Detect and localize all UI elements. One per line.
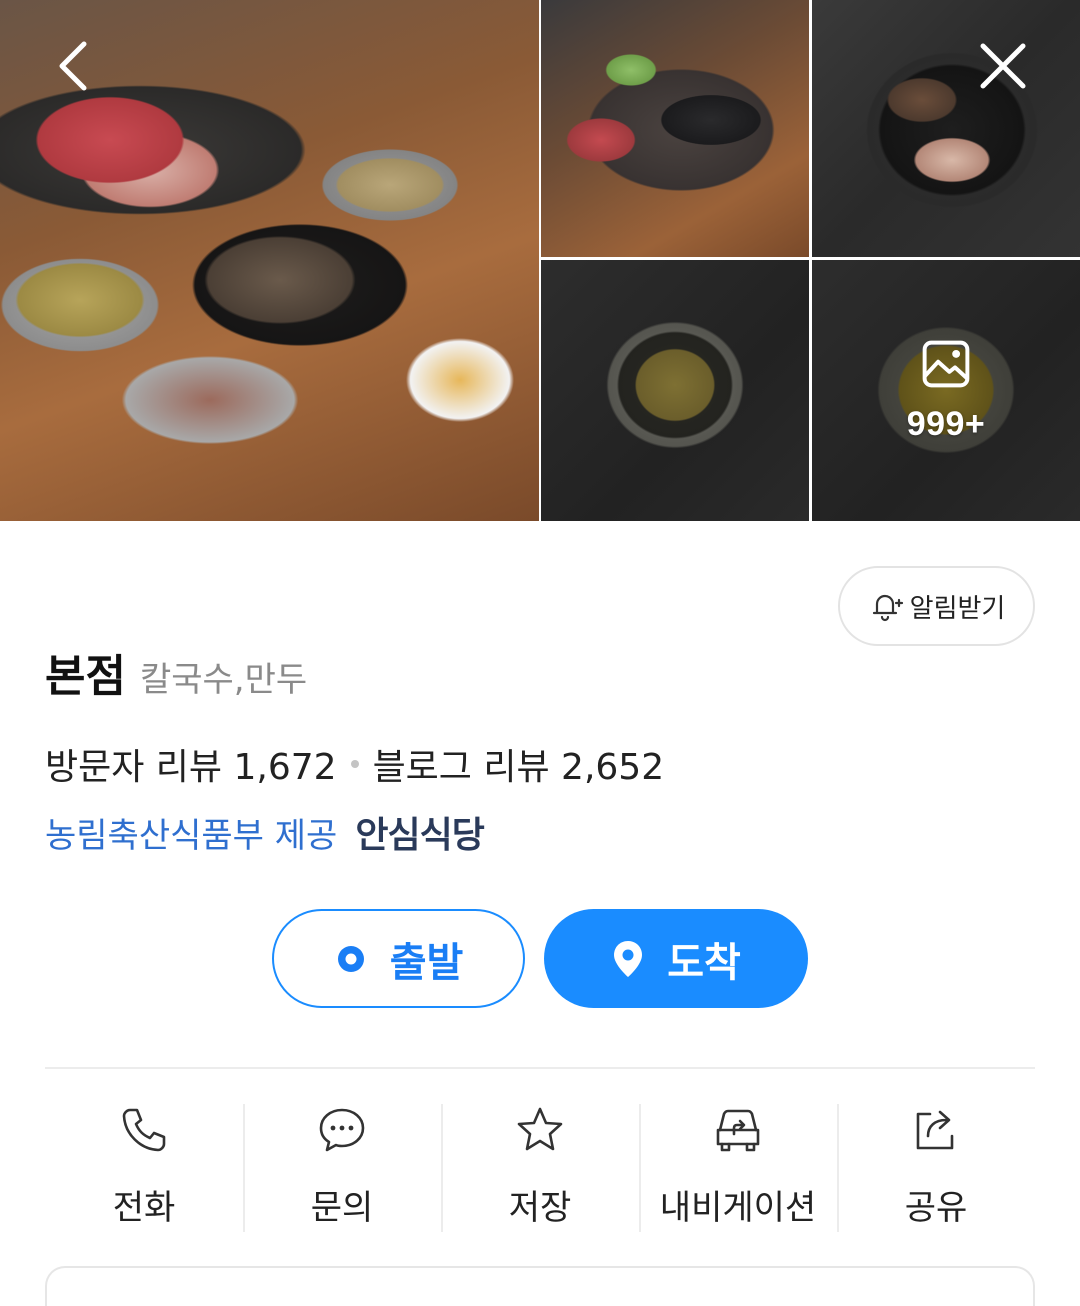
blog-review-link[interactable]: 블로그 리뷰 2,652 [373,738,665,790]
photo-gallery: 999+ [0,0,1080,521]
image-icon [922,340,970,388]
phone-icon [122,1108,166,1152]
bell-plus-icon [872,594,903,622]
place-category: 칼국수,만두 [139,660,308,700]
share-button[interactable]: 공유 [837,1100,1035,1232]
photo-thumb-1[interactable] [541,0,809,257]
safe-restaurant-badge: 안심식당 [355,815,484,856]
photo-thumb-3[interactable] [541,260,809,521]
next-section-card [45,1266,1035,1306]
photo-thumb-2[interactable] [812,0,1080,257]
call-button[interactable]: 전화 [45,1100,243,1232]
navigation-label: 내비게이션 [659,1188,817,1228]
place-title: 본점 [45,651,126,702]
close-button[interactable] [971,34,1035,98]
origin-dot-icon [337,945,364,972]
chevron-left-icon [59,41,87,91]
provider-text[interactable]: 농림축산식품부 제공 [45,808,337,857]
depart-label: 출발 [389,939,464,986]
notify-label: 알림받기 [909,593,1006,624]
car-navigation-icon [716,1109,760,1152]
separator-dot [350,760,359,768]
call-label: 전화 [112,1188,176,1228]
location-pin-icon [614,940,643,977]
visitor-review-link[interactable]: 방문자 리뷰 1,672 [45,738,337,790]
star-icon [517,1107,563,1151]
back-button[interactable] [44,34,108,98]
inquiry-button[interactable]: 문의 [243,1100,441,1232]
safe-restaurant-info: 농림축산식품부 제공 안심식당 [45,806,485,858]
arrive-button[interactable]: 도착 [544,909,808,1008]
navigation-button[interactable]: 내비게이션 [639,1100,837,1232]
chat-icon [319,1108,365,1152]
depart-button[interactable]: 출발 [272,909,525,1008]
divider [45,1067,1035,1069]
review-summary: 방문자 리뷰 1,672 블로그 리뷰 2,652 [45,738,664,790]
photo-count: 999+ [906,405,986,443]
photo-more[interactable]: 999+ [812,260,1080,521]
photo-more-overlay: 999+ [812,260,1080,521]
close-icon [980,43,1026,89]
arrive-label: 도착 [667,939,741,986]
share-icon [916,1110,954,1150]
save-button[interactable]: 저장 [441,1100,639,1232]
share-label: 공유 [904,1188,968,1228]
action-bar: 전화 문의 저장 내비게이션 공유 [45,1100,1035,1232]
inquiry-label: 문의 [310,1188,374,1228]
save-label: 저장 [508,1188,572,1228]
place-header: 본점 칼국수,만두 [45,640,307,704]
notify-button[interactable]: 알림받기 [838,566,1035,646]
